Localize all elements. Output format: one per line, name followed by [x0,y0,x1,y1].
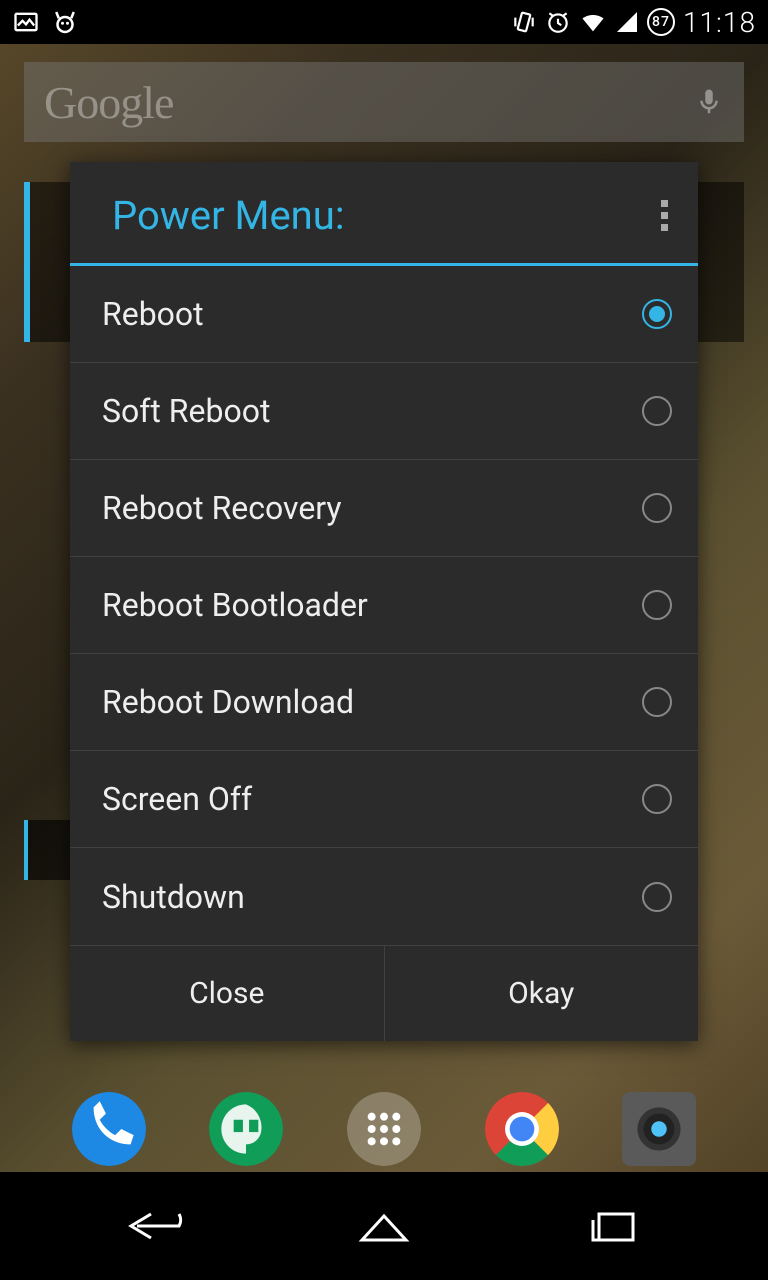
dialog-button-bar: Close Okay [70,945,698,1041]
option-label: Reboot Download [102,683,354,721]
camera-app-icon[interactable] [622,1092,696,1166]
google-search-bar[interactable]: Google [24,62,744,142]
clock-time: 11:18 [683,6,756,39]
dialog-title: Power Menu: [112,192,345,239]
vibrate-icon [511,9,537,35]
signal-icon [615,10,639,34]
radio-reboot-download[interactable] [642,687,672,717]
option-soft-reboot[interactable]: Soft Reboot [70,363,698,460]
option-label: Soft Reboot [102,392,270,430]
close-button-label: Close [189,976,264,1011]
radio-shutdown[interactable] [642,882,672,912]
alarm-icon [545,9,571,35]
radio-reboot[interactable] [642,299,672,329]
radio-screen-off[interactable] [642,784,672,814]
option-reboot-download[interactable]: Reboot Download [70,654,698,751]
hangouts-app-icon[interactable] [209,1092,283,1166]
cyanogenmod-icon [50,7,80,37]
option-label: Reboot [102,295,204,333]
recents-button[interactable] [563,1201,663,1251]
screenshot-icon [12,8,40,36]
option-reboot-bootloader[interactable]: Reboot Bootloader [70,557,698,654]
option-screen-off[interactable]: Screen Off [70,751,698,848]
battery-level: 87 [652,14,670,30]
search-placeholder: Google [44,76,173,129]
radio-reboot-bootloader[interactable] [642,590,672,620]
power-menu-dialog: Power Menu: Reboot Soft Reboot Reboot Re… [70,162,698,1041]
option-reboot-recovery[interactable]: Reboot Recovery [70,460,698,557]
dock [0,1086,768,1172]
battery-badge: 87 [647,8,675,36]
back-button[interactable] [105,1201,205,1251]
radio-soft-reboot[interactable] [642,396,672,426]
option-label: Shutdown [102,878,245,916]
phone-app-icon[interactable] [72,1092,146,1166]
status-bar: 87 11:18 [0,0,768,44]
overflow-icon[interactable] [657,196,672,235]
option-label: Reboot Recovery [102,489,342,527]
option-label: Screen Off [102,780,252,818]
option-reboot[interactable]: Reboot [70,266,698,363]
radio-reboot-recovery[interactable] [642,493,672,523]
dialog-header: Power Menu: [70,162,698,266]
okay-button-label: Okay [508,976,574,1011]
option-shutdown[interactable]: Shutdown [70,848,698,945]
home-button[interactable] [334,1201,434,1251]
chrome-app-icon[interactable] [485,1092,559,1166]
okay-button[interactable]: Okay [385,946,699,1041]
app-drawer-icon[interactable] [347,1092,421,1166]
close-button[interactable]: Close [70,946,385,1041]
wifi-icon [579,8,607,36]
navigation-bar [0,1172,768,1280]
option-label: Reboot Bootloader [102,586,368,624]
mic-icon[interactable] [694,82,724,122]
